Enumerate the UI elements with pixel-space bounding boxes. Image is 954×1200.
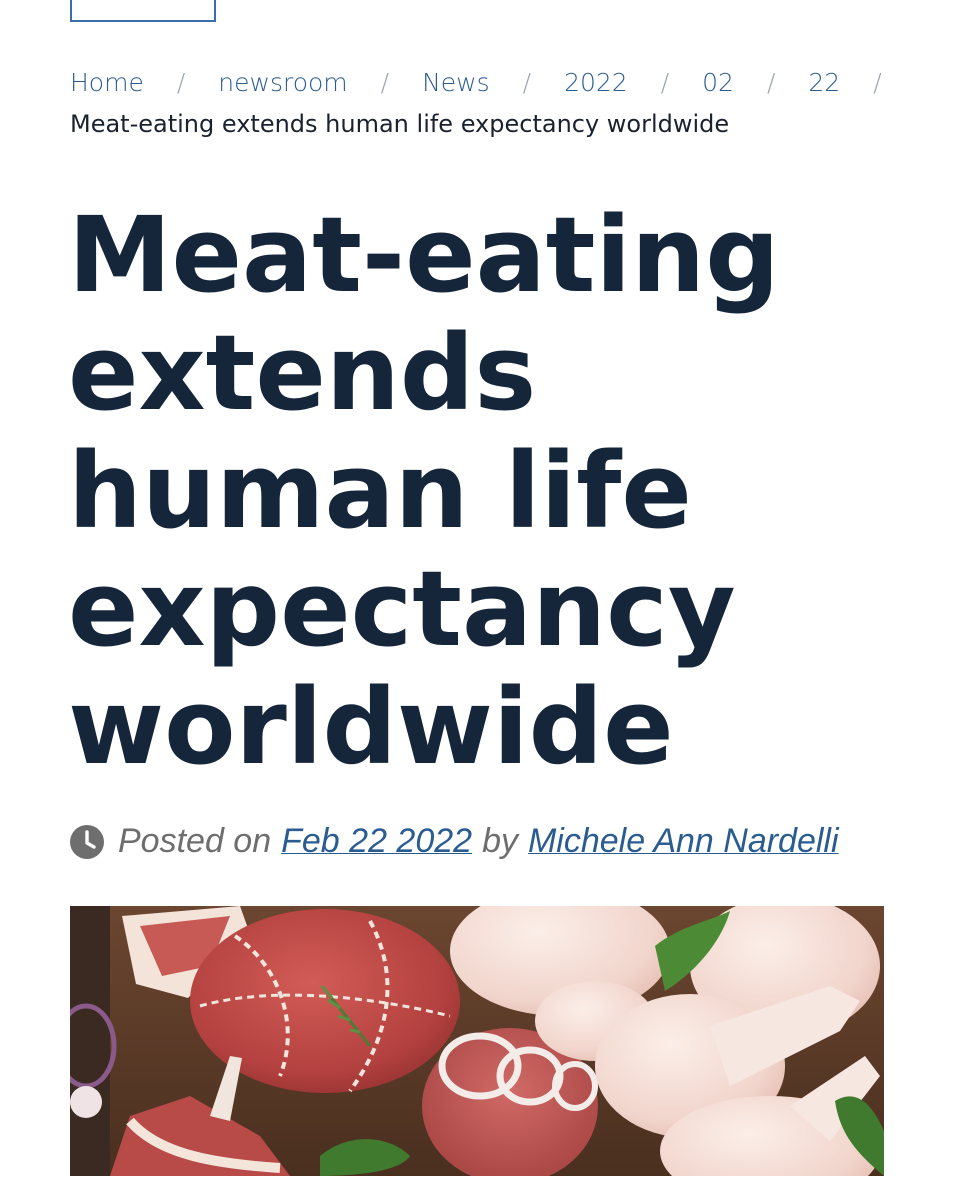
breadcrumb-separator: /	[176, 68, 186, 97]
breadcrumb-newsroom[interactable]: newsroom	[218, 62, 347, 104]
breadcrumb-path: Home / newsroom / News / 2022 / 02 / 22 …	[70, 62, 900, 104]
breadcrumb-current-page: Meat-eating extends human life expectanc…	[70, 110, 730, 138]
article-title: Meat-eating extends human life expectanc…	[68, 194, 780, 788]
breadcrumb-day[interactable]: 22	[808, 62, 840, 104]
hero-image-meat-and-poultry	[70, 906, 884, 1176]
breadcrumb-separator: /	[766, 68, 776, 97]
breadcrumb: Home / newsroom / News / 2022 / 02 / 22 …	[70, 62, 900, 144]
article-date-link[interactable]: Feb 22 2022	[281, 822, 472, 861]
clock-icon	[70, 824, 104, 859]
breadcrumb-year[interactable]: 2022	[564, 62, 628, 104]
breadcrumb-separator: /	[873, 68, 882, 97]
by-label: by	[482, 822, 518, 860]
posted-on-label: Posted on	[118, 822, 272, 860]
breadcrumb-month[interactable]: 02	[702, 62, 734, 104]
hero-image-illustration	[70, 906, 884, 1176]
breadcrumb-news[interactable]: News	[422, 62, 490, 104]
breadcrumb-separator: /	[660, 68, 670, 97]
top-outlined-button[interactable]	[70, 0, 216, 22]
breadcrumb-separator: /	[522, 68, 532, 97]
article-meta: Posted on Feb 22 2022 by Michele Ann Nar…	[70, 822, 839, 861]
breadcrumb-home[interactable]: Home	[70, 62, 144, 104]
breadcrumb-separator: /	[380, 68, 390, 97]
author-link[interactable]: Michele Ann Nardelli	[528, 822, 839, 861]
